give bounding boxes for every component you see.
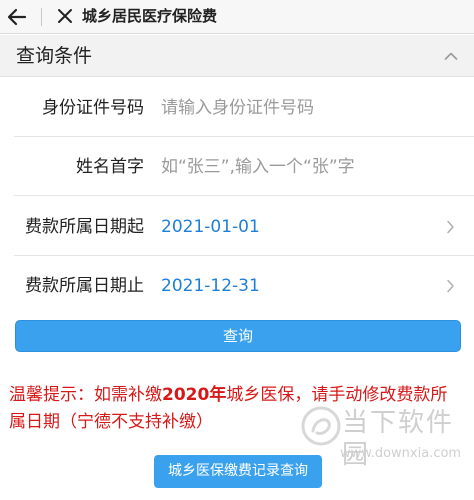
watermark: 当下软件园 www.downxia.com (300, 403, 470, 493)
date-to-value[interactable]: 2021-12-31 (161, 275, 260, 297)
date-from-row[interactable]: 费款所属日期起 2021-01-01 (0, 197, 474, 256)
payment-record-query-button[interactable]: 城乡医保缴费记录查询 (154, 455, 322, 488)
name-initial-input[interactable]: 如“张三”,输入一个“张”字 (161, 156, 355, 178)
watermark-url: www.downxia.com (340, 446, 462, 461)
divider (41, 8, 42, 26)
date-from-label: 费款所属日期起 (25, 217, 144, 237)
tip-year: 2020年 (162, 385, 227, 405)
page-title: 城乡居民医疗保险费 (82, 7, 218, 25)
section-title: 查询条件 (16, 45, 93, 67)
app-bar: 城乡居民医疗保险费 (0, 0, 474, 34)
query-conditions-header[interactable]: 查询条件 (0, 35, 474, 77)
id-number-row: 身份证件号码 请输入身份证件号码 (0, 78, 474, 137)
date-to-label: 费款所属日期止 (25, 276, 144, 296)
id-number-label: 身份证件号码 (42, 98, 144, 118)
chevron-up-icon[interactable] (444, 51, 458, 61)
id-number-input[interactable]: 请输入身份证件号码 (161, 97, 314, 119)
query-button[interactable]: 查询 (15, 320, 461, 352)
chevron-right-icon[interactable] (446, 220, 455, 234)
date-to-row[interactable]: 费款所属日期止 2021-12-31 (0, 256, 474, 315)
watermark-logo-icon (301, 406, 341, 446)
name-initial-row: 姓名首字 如“张三”,输入一个“张”字 (0, 137, 474, 196)
name-initial-label: 姓名首字 (76, 157, 144, 177)
close-icon[interactable] (55, 6, 75, 26)
chevron-right-icon[interactable] (446, 279, 455, 293)
tip-prefix: 温馨提示：如需补缴 (9, 385, 162, 405)
date-from-value[interactable]: 2021-01-01 (161, 216, 260, 238)
back-arrow-icon[interactable] (4, 4, 30, 30)
row-divider (14, 195, 474, 196)
